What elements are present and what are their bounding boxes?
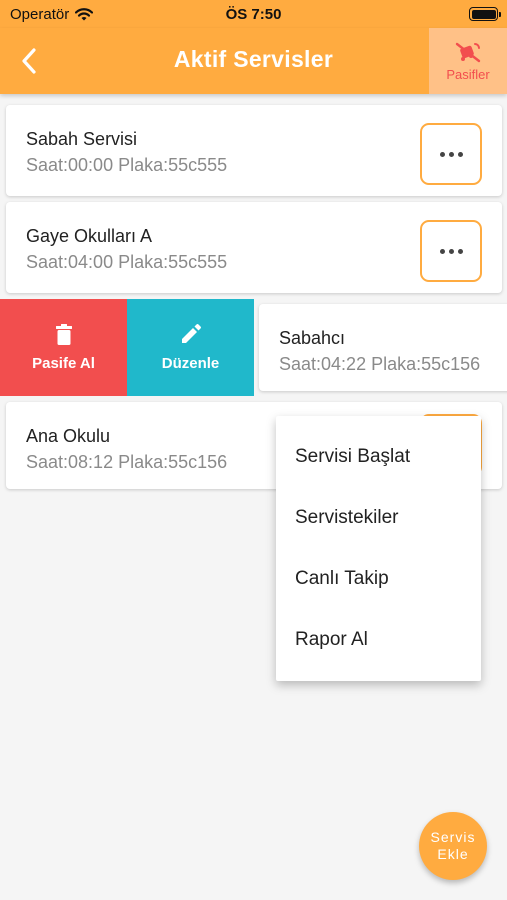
- more-dots-icon: [439, 248, 445, 254]
- menu-item-start-service[interactable]: Servisi Başlat: [276, 426, 481, 487]
- menu-item-passengers[interactable]: Servistekiler: [276, 487, 481, 548]
- service-meta: Saat:08:12 Plaka:55c156: [26, 452, 228, 472]
- pasifler-button[interactable]: Pasifler: [429, 28, 507, 94]
- service-card[interactable]: Sabah Servisi Saat:00:00 Plaka:55c555: [6, 105, 502, 196]
- service-name: Gaye Okulları A: [26, 226, 153, 246]
- bus-off-icon: [455, 42, 481, 62]
- pasifler-label: Pasifler: [446, 66, 490, 82]
- service-card[interactable]: Sabahcı Saat:04:22 Plaka:55c156: [259, 304, 507, 391]
- edit-label: Düzenle: [161, 355, 220, 372]
- wifi-icon: [75, 7, 94, 20]
- deactivate-action[interactable]: Pasife Al: [0, 299, 127, 396]
- service-meta: Saat:04:22 Plaka:55c156: [279, 354, 481, 374]
- service-meta: Saat:04:00 Plaka:55c555: [26, 252, 228, 272]
- service-card[interactable]: Gaye Okulları A Saat:04:00 Plaka:55c555: [6, 202, 502, 293]
- context-menu: Servisi Başlat Servistekiler Canlı Takip…: [276, 416, 481, 681]
- menu-item-get-report[interactable]: Rapor Al: [276, 609, 481, 670]
- deactivate-label: Pasife Al: [32, 354, 95, 372]
- service-name: Ana Okulu: [26, 426, 111, 446]
- fab-label: Servis Ekle: [430, 829, 476, 862]
- service-meta: Saat:00:00 Plaka:55c555: [26, 155, 228, 175]
- edit-action[interactable]: Düzenle: [127, 299, 254, 396]
- service-name: Sabahcı: [279, 328, 346, 348]
- carrier-info: Operatör: [10, 5, 94, 23]
- more-options-button[interactable]: [420, 220, 482, 282]
- pencil-icon: [181, 324, 201, 343]
- add-service-fab[interactable]: Servis Ekle: [419, 812, 487, 880]
- carrier-name: Operatör: [10, 5, 70, 23]
- more-options-button[interactable]: [420, 123, 482, 185]
- trash-icon: [55, 323, 72, 345]
- battery-icon: [469, 7, 501, 21]
- app-bar: Aktif Servisler Pasifler: [0, 28, 507, 94]
- service-name: Sabah Servisi: [26, 129, 138, 149]
- more-dots-icon: [439, 151, 445, 157]
- menu-item-live-tracking[interactable]: Canlı Takip: [276, 548, 481, 609]
- status-bar: Operatör ÖS 7:50: [0, 0, 507, 28]
